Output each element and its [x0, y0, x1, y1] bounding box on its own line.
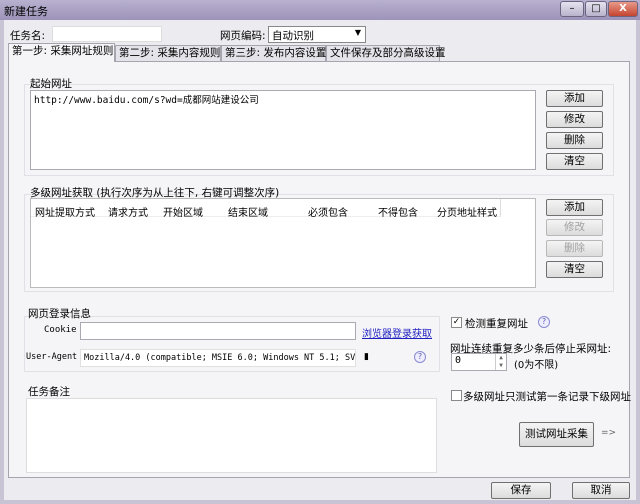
save-button[interactable]: 保存	[491, 482, 551, 499]
edit-url-button[interactable]: 修改	[546, 111, 603, 128]
encoding-select[interactable]: 自动识别 ▼	[268, 26, 366, 43]
help-icon[interactable]: ?	[414, 351, 426, 363]
column-header[interactable]: 网址提取方式	[35, 204, 95, 219]
task-name-input[interactable]	[52, 26, 162, 42]
cookie-input[interactable]	[80, 322, 356, 340]
help-icon[interactable]: ?	[538, 316, 550, 328]
start-url-label: 起始网址	[30, 78, 72, 90]
delete-rule-button[interactable]: 删除	[546, 240, 603, 257]
window-title: 新建任务	[4, 5, 48, 18]
notes-textarea[interactable]	[26, 398, 437, 473]
column-header[interactable]: 结束区域	[228, 204, 268, 219]
spinner-arrows-icon[interactable]: ▲ ▼	[495, 354, 506, 370]
check-duplicate-checkbox[interactable]: ✓	[451, 317, 462, 328]
tab-advanced-settings[interactable]: 文件保存及部分高级设置	[326, 45, 446, 61]
test-url-collect-button[interactable]: 测试网址采集	[519, 422, 594, 447]
close-button[interactable]: X	[608, 1, 638, 17]
tab-content-rules[interactable]: 第二步: 采集内容规则	[115, 45, 221, 61]
column-header[interactable]: 开始区域	[163, 204, 203, 219]
minimize-button[interactable]: –	[560, 1, 584, 17]
first-only-label: 多级网址只测试第一条记录下级网址	[463, 391, 631, 403]
cancel-button[interactable]: 取消	[572, 482, 630, 499]
repeat-limit-spinner[interactable]: 0 ▲ ▼	[451, 353, 507, 371]
start-url-textarea[interactable]: http://www.baidu.com/s?wd=成都网站建设公司	[30, 90, 536, 170]
edit-rule-button[interactable]: 修改	[546, 219, 603, 236]
check-duplicate-label: 检测重复网址	[465, 318, 528, 330]
user-agent-picker-icon[interactable]: ▮	[364, 352, 369, 362]
chevron-down-icon: ▼	[354, 28, 361, 37]
column-header[interactable]: 分页地址样式	[437, 204, 497, 219]
column-header[interactable]: 不得包含	[378, 204, 418, 219]
login-label: 网页登录信息	[28, 308, 91, 320]
delete-url-button[interactable]: 删除	[546, 132, 603, 149]
add-rule-button[interactable]: 添加	[546, 199, 603, 216]
encoding-label: 网页编码:	[220, 30, 266, 42]
repeat-limit-value: 0	[455, 355, 462, 366]
encoding-value: 自动识别	[272, 30, 314, 42]
add-url-button[interactable]: 添加	[546, 90, 603, 107]
clear-rule-button[interactable]: 清空	[546, 261, 603, 278]
column-header[interactable]: 请求方式	[108, 204, 148, 219]
browser-login-link[interactable]: 浏览器登录获取	[362, 325, 432, 340]
maximize-button[interactable]: □	[585, 1, 607, 17]
notes-label: 任务备注	[28, 386, 70, 398]
user-agent-input[interactable]: Mozilla/4.0 (compatible; MSIE 6.0; Windo…	[80, 349, 356, 367]
repeat-limit-hint: (0为不限)	[514, 360, 559, 371]
first-only-checkbox[interactable]	[451, 390, 462, 401]
tab-url-rules[interactable]: 第一步: 采集网址规则	[8, 43, 115, 62]
user-agent-label: User-Agent	[26, 352, 78, 362]
clear-url-button[interactable]: 清空	[546, 153, 603, 170]
title-bar	[0, 0, 640, 20]
task-name-label: 任务名:	[10, 30, 46, 42]
cookie-label: Cookie	[44, 325, 77, 335]
tab-publish-settings[interactable]: 第三步: 发布内容设置	[221, 45, 326, 61]
column-header[interactable]: 必须包含	[308, 204, 348, 219]
arrow-label: =>	[601, 428, 617, 438]
